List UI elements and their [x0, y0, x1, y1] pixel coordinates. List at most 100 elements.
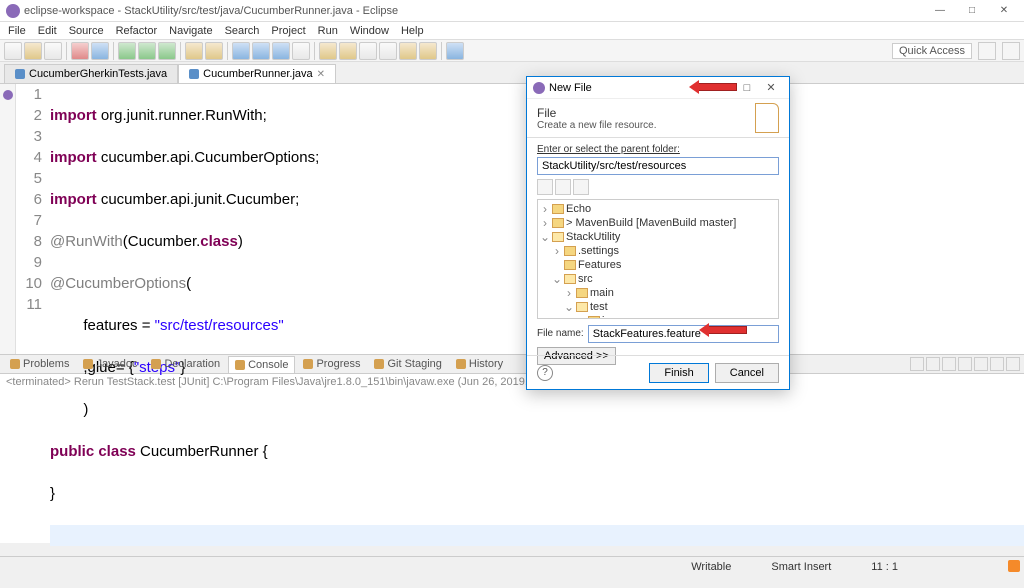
- overview-ruler: [0, 84, 16, 354]
- tab-runner[interactable]: CucumberRunner.java ✕: [178, 64, 336, 83]
- eclipse-icon: [533, 82, 545, 94]
- new-file-dialog: New File — □ ✕ File Create a new file re…: [526, 76, 790, 390]
- tab-history[interactable]: History: [450, 356, 509, 372]
- window-title: eclipse-workspace - StackUtility/src/tes…: [24, 5, 926, 17]
- help-button[interactable]: ?: [537, 365, 553, 381]
- dialog-title: New File: [549, 82, 711, 94]
- marker-icon: [3, 90, 13, 100]
- fwd-button[interactable]: [573, 179, 589, 195]
- toolbar: Quick Access: [0, 40, 1024, 62]
- tb-git2[interactable]: [252, 42, 270, 60]
- minimize-button[interactable]: —: [926, 2, 954, 20]
- tab-declaration[interactable]: Declaration: [145, 356, 226, 372]
- tb-nav4[interactable]: [379, 42, 397, 60]
- dialog-titlebar: New File — □ ✕: [527, 77, 789, 99]
- dialog-maximize[interactable]: □: [735, 82, 759, 94]
- console-pin[interactable]: [942, 357, 956, 371]
- tb-run[interactable]: [138, 42, 156, 60]
- dialog-heading: File: [537, 106, 657, 120]
- console-clear[interactable]: [910, 357, 924, 371]
- tab-console[interactable]: Console: [228, 356, 295, 373]
- console-scroll[interactable]: [926, 357, 940, 371]
- back-button[interactable]: [555, 179, 571, 195]
- parent-folder-input[interactable]: [537, 157, 779, 175]
- menu-window[interactable]: Window: [344, 25, 395, 37]
- console-display[interactable]: [958, 357, 972, 371]
- close-icon[interactable]: ✕: [317, 69, 325, 80]
- status-pos: 11 : 1: [871, 561, 898, 573]
- console-min[interactable]: [990, 357, 1004, 371]
- java-icon: [189, 69, 199, 79]
- tab-gitstaging[interactable]: Git Staging: [368, 356, 447, 372]
- dialog-close[interactable]: ✕: [759, 81, 783, 94]
- tb-search[interactable]: [292, 42, 310, 60]
- menu-run[interactable]: Run: [312, 25, 344, 37]
- tb-stop[interactable]: [71, 42, 89, 60]
- tb-newpkg[interactable]: [185, 42, 203, 60]
- rss-icon[interactable]: [1008, 560, 1020, 572]
- tb-fwd[interactable]: [419, 42, 437, 60]
- menu-edit[interactable]: Edit: [32, 25, 63, 37]
- close-button[interactable]: ✕: [990, 2, 1018, 20]
- finish-button[interactable]: Finish: [649, 363, 708, 383]
- tab-progress[interactable]: Progress: [297, 356, 366, 372]
- maximize-button[interactable]: □: [958, 2, 986, 20]
- tab-problems[interactable]: Problems: [4, 356, 75, 372]
- history-icon: [456, 359, 466, 369]
- menu-help[interactable]: Help: [395, 25, 430, 37]
- menu-bar: File Edit Source Refactor Navigate Searc…: [0, 22, 1024, 40]
- progress-icon: [303, 359, 313, 369]
- tb-newclass[interactable]: [205, 42, 223, 60]
- console-open[interactable]: [974, 357, 988, 371]
- file-icon: [755, 103, 779, 133]
- git-icon: [374, 359, 384, 369]
- menu-source[interactable]: Source: [63, 25, 110, 37]
- menu-navigate[interactable]: Navigate: [163, 25, 218, 37]
- status-bar: Writable Smart Insert 11 : 1: [0, 556, 1024, 576]
- declaration-icon: [151, 359, 161, 369]
- filename-input[interactable]: [588, 325, 779, 343]
- dialog-subheading: Create a new file resource.: [537, 120, 657, 131]
- folder-tree[interactable]: ›Echo ›> MavenBuild [MavenBuild master] …: [537, 199, 779, 319]
- persp-java[interactable]: [1002, 42, 1020, 60]
- line-gutter: 1234567891011: [16, 84, 46, 354]
- code-editor[interactable]: 1234567891011 import org.junit.runner.Ru…: [0, 84, 1024, 354]
- tb-git[interactable]: [232, 42, 250, 60]
- parent-folder-label: Enter or select the parent folder:: [537, 144, 779, 155]
- tb-back[interactable]: [399, 42, 417, 60]
- editor-tabs: CucumberGherkinTests.java CucumberRunner…: [0, 62, 1024, 84]
- cancel-button[interactable]: Cancel: [715, 363, 779, 383]
- persp-open[interactable]: [978, 42, 996, 60]
- titlebar: eclipse-workspace - StackUtility/src/tes…: [0, 0, 1024, 22]
- tb-nav3[interactable]: [359, 42, 377, 60]
- tb-nav2[interactable]: [339, 42, 357, 60]
- tab-gherkin[interactable]: CucumberGherkinTests.java: [4, 64, 178, 83]
- java-icon: [15, 69, 25, 79]
- tb-git3[interactable]: [272, 42, 290, 60]
- tb-saveall[interactable]: [44, 42, 62, 60]
- tb-debug[interactable]: [118, 42, 136, 60]
- tb-coverage[interactable]: [158, 42, 176, 60]
- menu-file[interactable]: File: [2, 25, 32, 37]
- console-icon: [235, 360, 245, 370]
- home-button[interactable]: [537, 179, 553, 195]
- tab-javadoc[interactable]: Javadoc: [77, 356, 143, 372]
- menu-search[interactable]: Search: [219, 25, 266, 37]
- menu-project[interactable]: Project: [265, 25, 311, 37]
- quick-access[interactable]: Quick Access: [892, 43, 972, 59]
- tb-build[interactable]: [91, 42, 109, 60]
- status-insert: Smart Insert: [771, 561, 831, 573]
- tb-pin[interactable]: [446, 42, 464, 60]
- dialog-body: Enter or select the parent folder: ›Echo…: [527, 138, 789, 371]
- console-max[interactable]: [1006, 357, 1020, 371]
- tb-new[interactable]: [4, 42, 22, 60]
- menu-refactor[interactable]: Refactor: [110, 25, 164, 37]
- tab-label: CucumberRunner.java: [203, 68, 312, 80]
- tb-save[interactable]: [24, 42, 42, 60]
- dialog-header: File Create a new file resource.: [527, 99, 789, 138]
- problems-icon: [10, 359, 20, 369]
- dialog-footer: ? Finish Cancel: [527, 355, 789, 389]
- tb-nav1[interactable]: [319, 42, 337, 60]
- eclipse-icon: [6, 4, 20, 18]
- javadoc-icon: [83, 359, 93, 369]
